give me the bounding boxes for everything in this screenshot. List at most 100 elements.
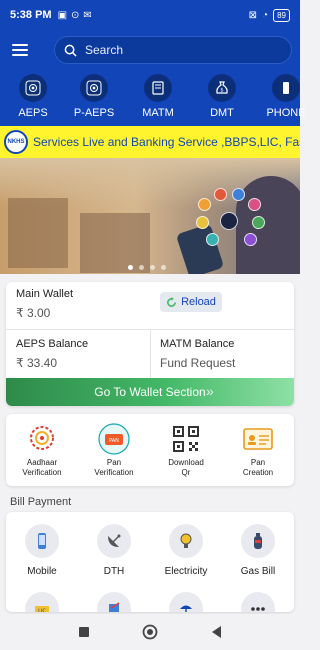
banner-building	[8, 198, 68, 268]
menu-icon[interactable]	[12, 38, 36, 62]
sim-off-icon: ⊠	[248, 9, 258, 21]
status-icons-left: ▣ ⊙ ✉	[58, 10, 92, 21]
verification-label: Pan Creation	[242, 458, 274, 477]
bill-label: Mobile	[27, 566, 57, 577]
money-bag-icon: $	[208, 74, 236, 102]
phone-icon	[272, 74, 300, 102]
bill-fastag-item[interactable]	[78, 592, 150, 612]
search-input[interactable]: Search	[54, 36, 292, 64]
pan-verification-item[interactable]: PAN Pan Verification	[78, 414, 150, 486]
atm-icon	[144, 74, 172, 102]
fingerprint-icon	[19, 74, 47, 102]
aeps-balance-label: AEPS Balance	[16, 338, 89, 350]
matm-balance-label: MATM Balance	[160, 338, 235, 350]
announcement-marquee: NKHS Services Live and Banking Service ,…	[0, 126, 300, 158]
banner-building	[80, 213, 150, 273]
bill-label: DTH	[103, 566, 125, 577]
banner-pagination	[128, 265, 166, 270]
reload-label: Reload	[181, 296, 216, 308]
pager-dot[interactable]	[161, 265, 166, 270]
service-label: MATM	[142, 107, 174, 119]
services-row: AEPS P-AEPS MATM $ DMT PHONE	[0, 70, 306, 126]
home-icon[interactable]	[117, 624, 183, 640]
qr-code-icon	[170, 423, 202, 455]
banner-phone	[175, 223, 225, 274]
service-p-aeps[interactable]: P-AEPS	[62, 70, 126, 126]
system-nav-bar	[0, 614, 300, 650]
gas-cylinder-icon	[241, 524, 275, 558]
message-icon: ✉	[83, 9, 92, 21]
verification-card: Aadhaar Verification PAN Pan Verificatio…	[6, 414, 294, 486]
service-phone[interactable]: PHONE	[254, 70, 318, 126]
service-label: P-AEPS	[73, 107, 115, 119]
pan-card-icon: PAN	[98, 423, 130, 455]
notification-icon: ⊙	[71, 9, 80, 21]
service-dmt[interactable]: $ DMT	[190, 70, 254, 126]
fund-request-link[interactable]: Fund Request	[160, 356, 235, 370]
pan-creation-item[interactable]: Pan Creation	[222, 414, 294, 486]
fastag-icon	[97, 592, 131, 612]
svg-text:$: $	[220, 88, 223, 94]
wifi-icon: ◔	[262, 9, 269, 21]
wallet-card: Main Wallet ₹ 3.00 Reload AEPS Balance ₹…	[6, 282, 294, 406]
bill-mobile-item[interactable]: Mobile	[6, 524, 78, 577]
svg-text:LIC: LIC	[38, 609, 46, 613]
search-placeholder: Search	[85, 43, 124, 57]
pager-dot[interactable]	[150, 265, 155, 270]
satellite-dish-icon	[97, 524, 131, 558]
bulb-icon	[169, 524, 203, 558]
bill-electricity-item[interactable]: Electricity	[150, 524, 222, 577]
sim-icon: ▣	[57, 9, 68, 21]
more-icon	[241, 592, 275, 612]
aadhaar-verification-item[interactable]: Aadhaar Verification	[6, 414, 78, 486]
pager-dot[interactable]	[139, 265, 144, 270]
double-chevron-right-icon: »	[206, 383, 214, 399]
bill-payment-card: Mobile DTH Electricity Gas Bill LIC	[6, 512, 294, 612]
app-header: Search	[0, 30, 300, 70]
service-label: AEPS	[18, 107, 48, 119]
bill-lic-item[interactable]: LIC	[6, 592, 78, 612]
insurance-icon	[169, 592, 203, 612]
status-time: 5:38 PM	[10, 9, 52, 21]
id-card-icon	[242, 423, 274, 455]
download-qr-item[interactable]: Download Qr	[150, 414, 222, 486]
verification-label: Aadhaar Verification	[22, 458, 62, 477]
reload-icon	[167, 296, 177, 307]
brand-logo: NKHS	[4, 130, 28, 154]
battery-icon: 89	[273, 8, 290, 22]
verification-label: Download Qr	[168, 458, 204, 477]
bill-dth-item[interactable]: DTH	[78, 524, 150, 577]
back-icon[interactable]	[183, 625, 249, 639]
bill-label: Gas Bill	[240, 566, 276, 577]
main-wallet-label: Main Wallet	[16, 288, 74, 300]
bill-more-item[interactable]	[222, 592, 294, 612]
divider	[150, 330, 151, 378]
service-matm[interactable]: MATM	[126, 70, 190, 126]
banner-person	[236, 176, 300, 274]
bill-insurance-item[interactable]	[150, 592, 222, 612]
reload-button[interactable]: Reload	[160, 292, 222, 312]
bill-payment-title: Bill Payment	[10, 496, 72, 508]
bill-label: Electricity	[164, 566, 208, 577]
aadhaar-icon	[26, 423, 58, 455]
status-icons-right: ⊠ ◔ 89	[248, 8, 290, 22]
promo-banner[interactable]	[0, 158, 300, 274]
go-to-wallet-button[interactable]: Go To Wallet Section »	[6, 378, 294, 406]
search-icon	[64, 44, 77, 57]
fingerprint-icon	[80, 74, 108, 102]
go-to-wallet-label: Go To Wallet Section	[94, 385, 206, 399]
pager-dot[interactable]	[128, 265, 133, 270]
mobile-icon	[25, 524, 59, 558]
verification-label: Pan Verification	[94, 458, 134, 477]
status-bar: 5:38 PM ▣ ⊙ ✉ ⊠ ◔ 89	[0, 0, 300, 30]
aeps-balance-value: ₹ 33.40	[16, 356, 57, 370]
lic-icon: LIC	[25, 592, 59, 612]
marquee-text: Services Live and Banking Service ,BBPS,…	[33, 135, 300, 149]
service-aeps[interactable]: AEPS	[4, 70, 62, 126]
bill-gas-item[interactable]: Gas Bill	[222, 524, 294, 577]
main-wallet-value: ₹ 3.00	[16, 306, 51, 320]
svg-text:PAN: PAN	[109, 438, 119, 444]
service-label: DMT	[210, 107, 234, 119]
recents-icon[interactable]	[51, 626, 117, 638]
service-label: PHONE	[266, 107, 306, 119]
